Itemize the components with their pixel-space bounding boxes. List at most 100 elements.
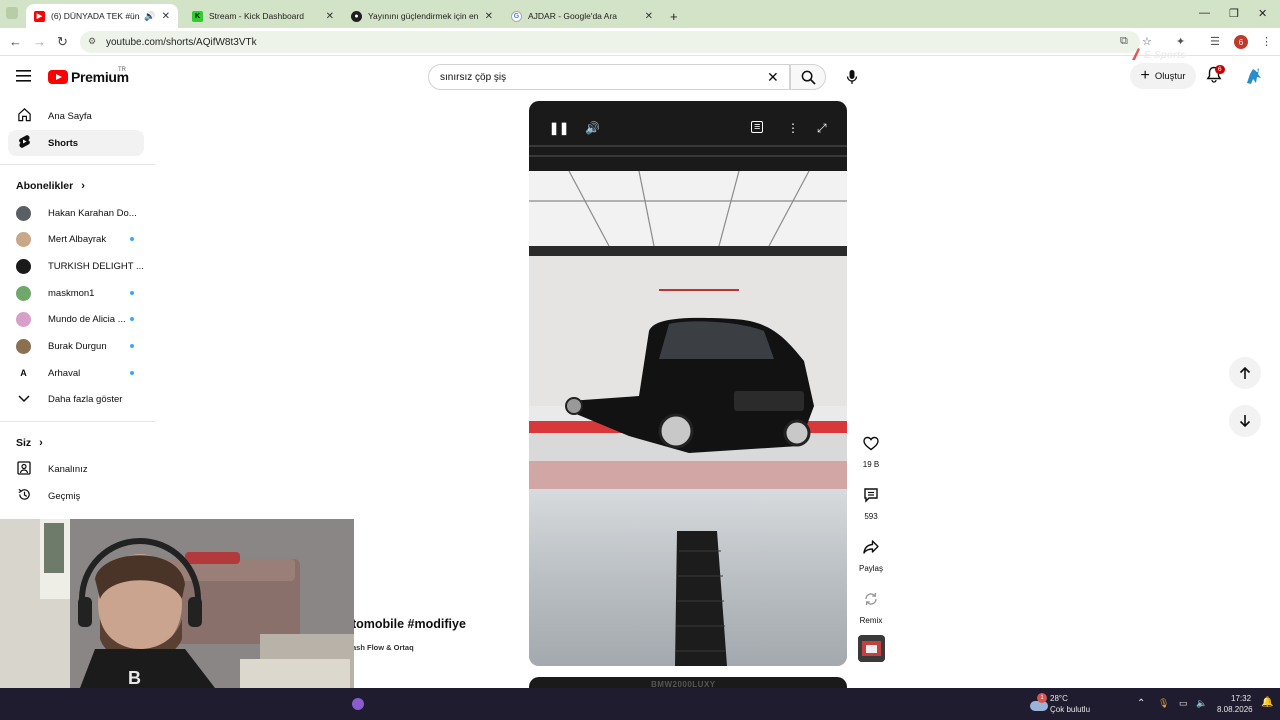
audio-icon[interactable]: 🔊: [144, 11, 155, 22]
comments-button[interactable]: 593: [856, 482, 886, 521]
notifications-button[interactable]: 6: [1206, 65, 1225, 88]
close-tab-icon[interactable]: ✕: [162, 11, 170, 22]
network-icon[interactable]: ▭: [1179, 698, 1188, 709]
subscription-item[interactable]: Mundo de Alicia ...: [8, 306, 144, 332]
tab-kick[interactable]: K Stream - Kick Dashboard ✕: [184, 4, 342, 28]
video-frame: [529, 101, 847, 666]
history-icon: [16, 487, 32, 505]
account-avatar[interactable]: [1243, 65, 1265, 87]
esports-watermark-logo: E-Sports: [1130, 46, 1230, 62]
close-tab-icon[interactable]: ✕: [645, 11, 653, 22]
taskbar-app-icon[interactable]: [352, 698, 364, 710]
sidebar-item-home[interactable]: Ana Sayfa: [8, 103, 144, 129]
like-button[interactable]: 19 B: [856, 430, 886, 469]
heart-icon: [858, 430, 884, 456]
tray-chevron-icon[interactable]: ⌃: [1137, 698, 1145, 709]
subscription-item[interactable]: Hakan Karahan Do...: [8, 200, 144, 226]
install-app-icon[interactable]: ⧉: [1120, 35, 1128, 48]
close-tab-icon[interactable]: ✕: [326, 11, 334, 22]
new-content-dot: [130, 317, 134, 321]
shorts-icon: [16, 134, 32, 153]
subscription-item[interactable]: Burak Durgun: [8, 333, 144, 359]
streamer-webcam-overlay: B: [0, 519, 354, 688]
close-tab-icon[interactable]: ✕: [485, 11, 493, 22]
shorts-video-player[interactable]: ❚❚ 🔊 ≡ ⋮ ⤢: [529, 101, 847, 666]
pause-icon[interactable]: ❚❚: [549, 121, 569, 135]
tab-github[interactable]: ● Yayınını güçlendirmek için en iyi ✕: [343, 4, 501, 28]
tab-search-icon[interactable]: [6, 7, 18, 19]
subscription-item[interactable]: maskmon1: [8, 280, 144, 306]
sidebar-item-your-channel[interactable]: Kanalınız: [8, 456, 144, 482]
subscription-item[interactable]: Mert Albayrak: [8, 226, 144, 252]
subscription-item[interactable]: TURKISH DELIGHT ...: [8, 253, 144, 279]
weather-alert-badge: 1: [1037, 693, 1047, 703]
minimize-icon[interactable]: —: [1199, 7, 1210, 19]
sidebar-item-shorts[interactable]: Shorts: [8, 130, 144, 156]
fullscreen-icon[interactable]: ⤢: [817, 121, 827, 136]
share-button[interactable]: Paylaş: [856, 534, 886, 573]
clear-search-icon[interactable]: ✕: [767, 69, 779, 86]
chevron-right-icon: ›: [39, 437, 43, 449]
arrow-down-icon: [1239, 415, 1251, 428]
github-icon: ●: [351, 10, 362, 22]
microphone-tray-icon[interactable]: 🎙: [1158, 698, 1169, 709]
channel-avatar: [16, 311, 31, 327]
plus-icon: +: [1140, 67, 1150, 84]
subscription-item[interactable]: A Arhaval: [8, 360, 144, 386]
channel-avatar: [16, 338, 31, 354]
new-tab-button[interactable]: +: [662, 4, 680, 28]
browser-tab-bar: ▶ (6) DÜNYADA TEK #ünalturc 🔊 ✕ K Stream…: [0, 0, 1280, 28]
channel-avatar: [16, 258, 31, 274]
new-content-dot: [130, 237, 134, 241]
sidebar-divider: [0, 164, 155, 165]
youtube-icon: ▶: [34, 10, 45, 22]
browser-menu-icon[interactable]: ⋮: [1261, 35, 1272, 48]
short-music-credit[interactable]: ash Flow & Ortaq: [352, 643, 414, 652]
show-more-button[interactable]: Daha fazla göster: [8, 386, 144, 412]
new-content-dot: [130, 371, 134, 375]
address-bar-row: ← → ↻ ⚙ youtube.com/shorts/AQifW8t3VTk ⧉…: [0, 28, 1280, 56]
more-options-icon[interactable]: ⋮: [787, 121, 799, 135]
microphone-icon: [846, 70, 858, 84]
tab-youtube[interactable]: ▶ (6) DÜNYADA TEK #ünalturc 🔊 ✕: [26, 4, 178, 28]
svg-text:B: B: [128, 668, 141, 688]
share-icon: [858, 534, 884, 560]
channel-avatar: [16, 285, 31, 301]
url-field[interactable]: ⚙ youtube.com/shorts/AQifW8t3VTk: [80, 31, 1140, 53]
chevron-down-icon: [16, 392, 32, 406]
previous-short-button[interactable]: [1229, 357, 1261, 389]
volume-icon[interactable]: 🔊: [585, 121, 600, 135]
reload-icon[interactable]: ↻: [57, 34, 68, 50]
restore-icon[interactable]: ❐: [1229, 7, 1239, 20]
search-icon: [801, 70, 816, 85]
next-short-button[interactable]: [1229, 405, 1261, 437]
subscriptions-header[interactable]: Abonelikler ›: [16, 180, 85, 192]
sound-thumbnail[interactable]: [858, 635, 885, 662]
you-section-header[interactable]: Siz ›: [16, 437, 43, 449]
search-input[interactable]: sınırsız çöp şiş: [428, 64, 790, 90]
remix-button[interactable]: Remix: [856, 586, 886, 625]
google-icon: G: [511, 10, 522, 22]
window-close-icon[interactable]: ✕: [1258, 7, 1267, 20]
webcam-feed: B: [0, 519, 354, 688]
speaker-icon[interactable]: 🔈: [1196, 698, 1207, 709]
new-content-dot: [130, 344, 134, 348]
create-button[interactable]: + Oluştur: [1130, 63, 1196, 89]
sidebar-item-history[interactable]: Geçmiş: [8, 483, 144, 509]
back-icon[interactable]: ←: [9, 34, 22, 49]
tab-google[interactable]: G AJDAR - Google'da Ara ✕: [503, 4, 661, 28]
forward-icon[interactable]: →: [33, 34, 46, 49]
notification-count-badge: 6: [1215, 65, 1225, 74]
short-title: tomobile #modifiye: [352, 617, 466, 631]
weather-widget[interactable]: 1: [1028, 693, 1050, 713]
search-button[interactable]: [790, 64, 826, 90]
captions-icon[interactable]: ≡: [751, 121, 764, 133]
notifications-tray-icon[interactable]: 🔔: [1261, 697, 1273, 708]
home-icon: [16, 107, 32, 125]
chevron-right-icon: ›: [81, 180, 85, 192]
site-info-icon[interactable]: ⚙: [88, 36, 96, 47]
voice-search-button[interactable]: [840, 65, 864, 89]
profile-avatar[interactable]: 6: [1234, 35, 1248, 49]
sidebar-divider: [0, 421, 155, 422]
arrow-up-icon: [1239, 366, 1251, 379]
